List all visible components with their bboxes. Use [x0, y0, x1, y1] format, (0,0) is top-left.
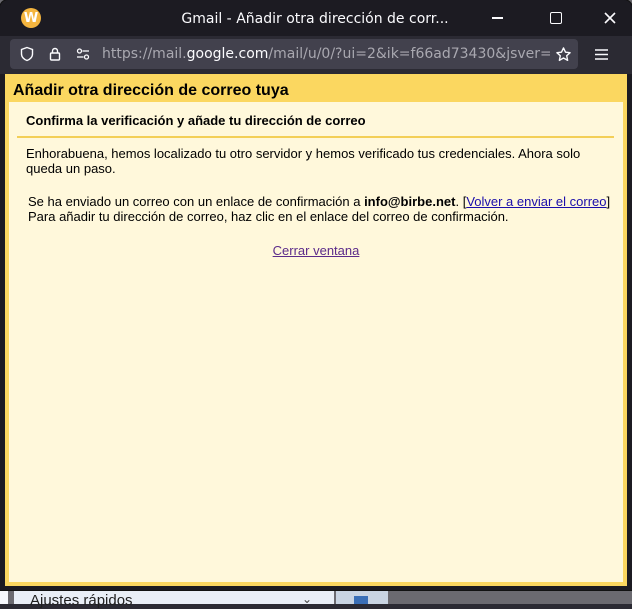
section-heading: Confirma la verificación y añade tu dire…	[26, 113, 366, 128]
star-icon[interactable]	[554, 45, 572, 63]
maximize-button[interactable]	[543, 6, 569, 30]
close-icon	[604, 12, 616, 24]
maximize-icon	[550, 12, 562, 24]
resend-email-link[interactable]: Volver a enviar el correo	[466, 194, 606, 209]
email-address: info@birbe.net	[364, 194, 456, 209]
close-button[interactable]	[597, 6, 623, 30]
window-title: Gmail - Añadir otra dirección de corr...	[181, 11, 449, 27]
confirmation-message: Se ha enviado un correo con un enlace de…	[28, 194, 618, 224]
lock-icon[interactable]	[46, 45, 64, 63]
instruction-text: Para añadir tu dirección de correo, haz …	[28, 209, 509, 224]
popup-content: Añadir otra dirección de correo tuya Con…	[5, 74, 627, 586]
url-text[interactable]: https://mail.google.com/mail/u/0/?ui=2&i…	[102, 46, 550, 62]
divider	[17, 136, 614, 138]
title-bar[interactable]: W Gmail - Añadir otra dirección de corr.…	[0, 0, 632, 36]
verification-panel: Confirma la verificación y añade tu dire…	[9, 102, 623, 582]
hamburger-menu-icon[interactable]	[592, 46, 612, 64]
close-window-link[interactable]: Cerrar ventana	[9, 243, 623, 258]
sent-prefix: Se ha enviado un correo con un enlace de…	[28, 194, 365, 209]
url-path: /mail/u/0/?ui=2&ik=f66ad73430&jsver=LhA_…	[268, 46, 550, 62]
bracket-close: ]	[606, 194, 611, 209]
background-quick-settings-label: Ajustes rápidos	[30, 592, 133, 609]
tracking-shield-icon[interactable]	[18, 45, 36, 63]
sent-after-email: . [	[455, 194, 467, 209]
minimize-icon	[491, 17, 503, 19]
permissions-icon[interactable]	[74, 45, 92, 63]
w-badge-icon: W	[21, 8, 41, 28]
url-prefix: https://mail.	[102, 46, 187, 62]
url-bar[interactable]: https://mail.google.com/mail/u/0/?ui=2&i…	[10, 39, 578, 69]
success-message: Enhorabuena, hemos localizado tu otro se…	[26, 146, 581, 176]
popup-window: W Gmail - Añadir otra dirección de corr.…	[0, 0, 632, 590]
minimize-button[interactable]	[484, 6, 510, 30]
page-title: Añadir otra dirección de correo tuya	[13, 82, 289, 99]
background-thumbnail-icon	[354, 596, 368, 604]
navigation-bar: https://mail.google.com/mail/u/0/?ui=2&i…	[0, 36, 632, 74]
url-host: google.com	[186, 46, 269, 62]
